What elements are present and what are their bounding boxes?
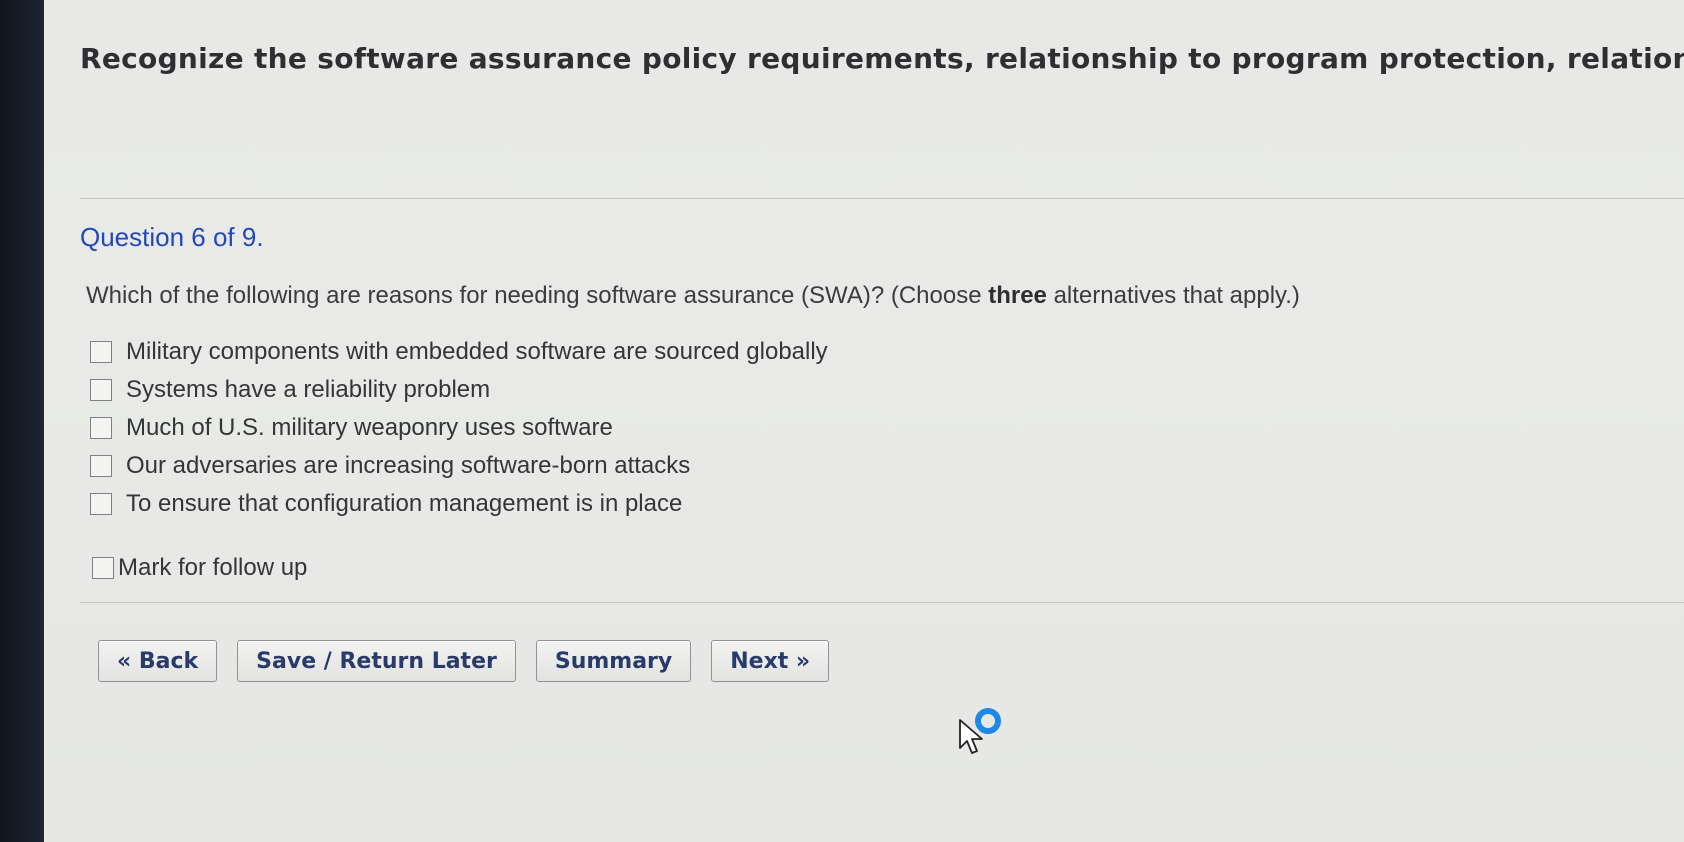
save-return-later-button[interactable]: Save / Return Later [237, 640, 516, 682]
answer-label: Much of U.S. military weaponry uses soft… [126, 414, 613, 441]
answer-checkbox[interactable] [90, 417, 112, 439]
answer-label: To ensure that configuration management … [126, 490, 683, 517]
title-divider [80, 198, 1684, 199]
question-header: Question 6 of 9. [80, 222, 264, 252]
answer-checkbox[interactable] [90, 379, 112, 401]
answer-checkbox[interactable] [90, 341, 112, 363]
answer-option-4[interactable]: Our adversaries are increasing software-… [90, 447, 828, 485]
answer-options: Military components with embedded softwa… [90, 333, 828, 523]
next-button[interactable]: Next » [711, 640, 830, 682]
answer-option-2[interactable]: Systems have a reliability problem [90, 371, 828, 409]
answer-option-5[interactable]: To ensure that configuration management … [90, 485, 828, 523]
summary-button[interactable]: Summary [535, 640, 692, 682]
navigation-buttons: « Back Save / Return Later Summary Next … [98, 640, 830, 682]
follow-up-checkbox[interactable] [92, 557, 114, 579]
mark-for-follow-up[interactable]: Mark for follow up [92, 554, 307, 582]
quiz-page: Recognize the software assurance policy … [44, 0, 1684, 842]
answer-checkbox[interactable] [90, 455, 112, 477]
answer-label: Systems have a reliability problem [126, 376, 491, 403]
question-text-end: alternatives that apply.) [1046, 282, 1300, 309]
question-text-emphasis: three [988, 282, 1047, 309]
follow-up-label: Mark for follow up [118, 554, 308, 581]
question-text-start: Which of the following are reasons for n… [86, 282, 989, 309]
busy-arrow-cursor-icon [959, 708, 1001, 754]
answer-label: Our adversaries are increasing software-… [126, 452, 691, 479]
question-text: Which of the following are reasons for n… [86, 282, 1300, 310]
page-title: Recognize the software assurance policy … [80, 42, 1684, 75]
answer-option-1[interactable]: Military components with embedded softwa… [90, 333, 828, 371]
screen-bezel [0, 0, 46, 842]
back-button[interactable]: « Back [98, 640, 218, 682]
answer-checkbox[interactable] [90, 493, 112, 515]
answer-label: Military components with embedded softwa… [126, 338, 828, 365]
answer-option-3[interactable]: Much of U.S. military weaponry uses soft… [90, 409, 828, 447]
buttons-divider [80, 602, 1684, 603]
